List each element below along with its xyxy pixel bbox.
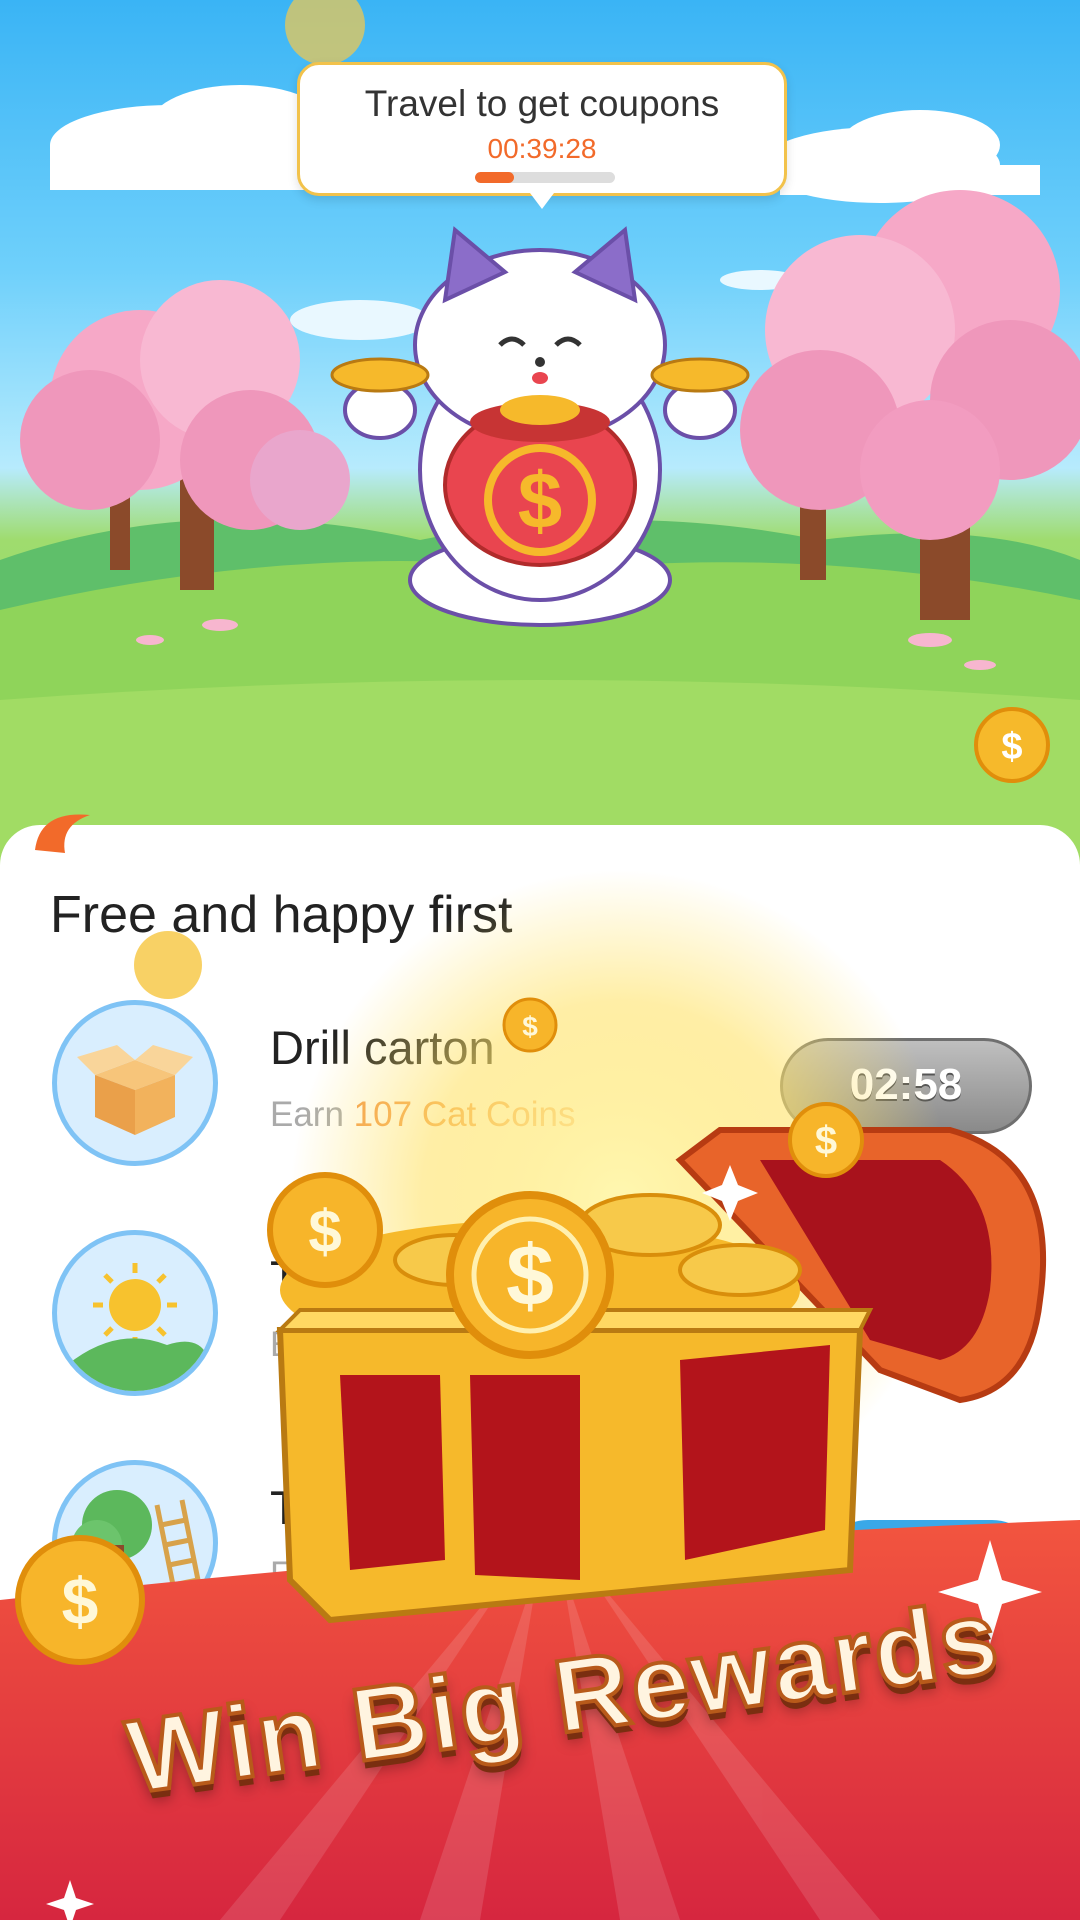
task-reward: E 107 bbox=[270, 1555, 362, 1595]
task-row-3: Ta E 107 Pla bbox=[0, 1460, 1080, 1650]
section-title: Free and happy first bbox=[50, 886, 513, 944]
reward-prefix: E bbox=[270, 1555, 294, 1594]
travel-timer-bubble[interactable]: Travel to get coupons 00:39:28 bbox=[297, 62, 787, 209]
travel-timer-title: Travel to get coupons bbox=[364, 83, 720, 124]
card-corner-ribbon bbox=[35, 814, 90, 853]
reward-prefix: E bbox=[270, 1325, 294, 1364]
task-reward: Earn 107 Cat Coins bbox=[270, 1095, 575, 1135]
travel-progress-fill bbox=[475, 172, 515, 183]
travel-timer-countdown: 00:39:28 bbox=[487, 133, 597, 164]
reward-prefix: Earn bbox=[270, 1095, 344, 1134]
task-title: Drill carton bbox=[270, 1021, 495, 1074]
game-scene: $ $ Travel to get coupons 00:39:28 bbox=[0, 0, 1080, 900]
task-reward: E bbox=[270, 1325, 293, 1365]
task-title: Ta bbox=[270, 1481, 320, 1534]
task-row-2: T E bbox=[0, 1230, 1080, 1420]
travel-progress-bar bbox=[475, 172, 615, 183]
svg-text:$: $ bbox=[1001, 726, 1022, 768]
reward-amount: 107 bbox=[353, 1095, 413, 1134]
box-icon bbox=[52, 1000, 218, 1166]
task-card: Free and happy first Drill carton Earn 1… bbox=[0, 814, 1080, 1925]
task-countdown-button[interactable]: 02:58 bbox=[780, 1038, 1032, 1134]
tree-ladder-icon bbox=[52, 1460, 218, 1626]
task-row-drill-carton: Drill carton Earn 107 Cat Coins 02:58 bbox=[0, 1000, 1080, 1190]
reward-unit: Cat Coins bbox=[421, 1095, 576, 1134]
task-play-button[interactable]: Pla bbox=[820, 1520, 1040, 1616]
reward-amount: 107 bbox=[303, 1555, 362, 1594]
svg-text:$: $ bbox=[518, 456, 563, 545]
task-title: T bbox=[270, 1251, 299, 1304]
sun-icon bbox=[52, 1230, 218, 1396]
